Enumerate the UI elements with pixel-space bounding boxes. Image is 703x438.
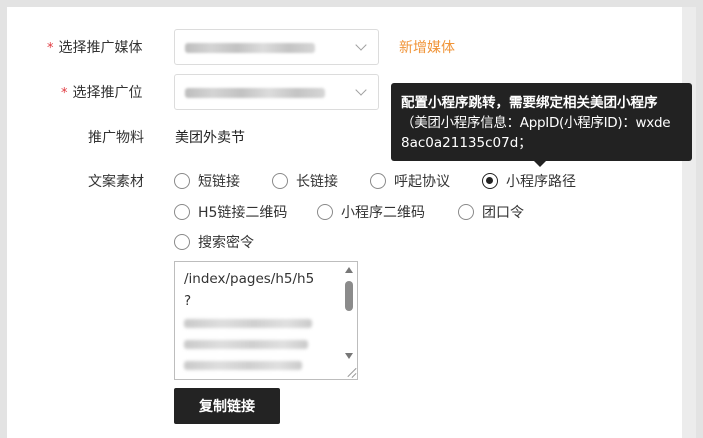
radio-circle[interactable]	[317, 204, 333, 220]
tooltip-arrow	[533, 160, 547, 167]
link-textarea[interactable]: /index/pages/h5/h5 ?	[174, 261, 358, 380]
radio-circle[interactable]	[272, 173, 288, 189]
radio-mini-program-path[interactable]: 小程序路径	[482, 171, 576, 191]
radio-label: 长链接	[296, 174, 338, 190]
radio-label: 小程序二维码	[341, 205, 425, 221]
media-select-value-redacted	[185, 43, 315, 53]
resize-handle-icon[interactable]	[344, 366, 356, 378]
radio-circle[interactable]	[458, 204, 474, 220]
textarea-scrollbar[interactable]	[342, 263, 356, 365]
position-label: * 选择推广位	[61, 82, 143, 102]
tooltip: 配置小程序跳转，需要绑定相关美团小程序 （美团小程序信息：AppID(小程序ID…	[391, 83, 692, 161]
position-select[interactable]	[174, 74, 379, 110]
media-select[interactable]	[174, 29, 379, 65]
radio-short-link[interactable]: 短链接	[174, 171, 240, 191]
radio-group-code[interactable]: 团口令	[458, 202, 524, 222]
radio-mini-program-qrcode[interactable]: 小程序二维码	[317, 202, 425, 222]
media-label-text: 选择推广媒体	[58, 40, 143, 56]
media-label: * 选择推广媒体	[47, 37, 143, 57]
required-mark: *	[61, 86, 68, 101]
tooltip-line: 配置小程序跳转，需要绑定相关美团小程序	[401, 95, 658, 111]
radio-label: 小程序路径	[506, 174, 576, 190]
textarea-redacted	[184, 319, 312, 328]
chevron-down-icon	[354, 40, 368, 54]
position-label-text: 选择推广位	[72, 85, 143, 101]
radio-circle-selected[interactable]	[482, 173, 498, 189]
radio-circle[interactable]	[174, 204, 190, 220]
scroll-down-icon[interactable]	[345, 353, 353, 359]
tooltip-line: （美团小程序信息：AppID(小程序ID)：wxde	[401, 115, 671, 131]
textarea-line: ?	[184, 293, 192, 309]
page-scrollbar[interactable]	[682, 7, 696, 438]
radio-search-code[interactable]: 搜索密令	[174, 232, 254, 252]
scroll-up-icon[interactable]	[345, 267, 353, 273]
textarea-redacted	[184, 361, 302, 370]
copy-material-label: 文案素材	[88, 174, 144, 190]
material-value: 美团外卖节	[175, 130, 245, 146]
copy-link-button[interactable]: 复制链接	[174, 388, 280, 424]
add-media-link[interactable]: 新增媒体	[399, 37, 455, 57]
radio-long-link[interactable]: 长链接	[272, 171, 338, 191]
radio-label: 搜索密令	[198, 235, 254, 251]
radio-deeplink-protocol[interactable]: 呼起协议	[370, 171, 450, 191]
radio-label: 团口令	[482, 205, 524, 221]
radio-label: 呼起协议	[394, 174, 450, 190]
textarea-redacted	[184, 340, 308, 349]
radio-circle[interactable]	[174, 234, 190, 250]
radio-circle[interactable]	[370, 173, 386, 189]
radio-label: H5链接二维码	[198, 205, 288, 221]
required-mark: *	[47, 41, 54, 56]
position-select-value-redacted	[185, 88, 325, 98]
scroll-thumb[interactable]	[345, 281, 353, 311]
tooltip-line: 8ac0a21135c07d；	[401, 135, 532, 151]
radio-h5-qrcode[interactable]: H5链接二维码	[174, 202, 287, 222]
radio-circle[interactable]	[174, 173, 190, 189]
chevron-down-icon	[354, 85, 368, 99]
textarea-line: /index/pages/h5/h5	[184, 271, 315, 287]
radio-label: 短链接	[198, 174, 240, 190]
material-label: 推广物料	[88, 130, 144, 146]
